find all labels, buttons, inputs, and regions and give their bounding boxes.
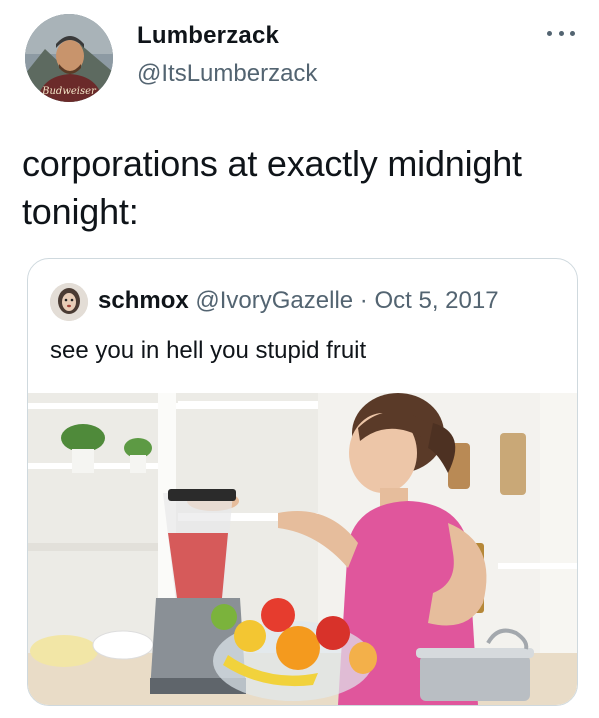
quoted-avatar-photo-icon <box>50 283 88 321</box>
author-display-name[interactable]: Lumberzack <box>137 22 279 50</box>
avatar-photo-icon: Budweiser <box>25 14 113 102</box>
dot <box>547 30 552 36</box>
separator-dot: · <box>359 287 368 314</box>
quoted-author-avatar[interactable] <box>50 283 88 321</box>
dot <box>558 30 564 36</box>
tweet: Budweiser Lumberzack @ItsLumberzack corp… <box>0 0 599 718</box>
blender-photo-image <box>28 393 577 705</box>
quoted-handle[interactable]: @IvoryGazelle <box>195 287 353 314</box>
author-handle[interactable]: @ItsLumberzack <box>137 60 317 88</box>
quoted-date[interactable]: Oct 5, 2017 <box>374 287 498 314</box>
quoted-author-line: schmox @IvoryGazelle · Oct 5, 2017 <box>98 287 499 315</box>
more-options-icon[interactable] <box>547 24 575 42</box>
quoted-display-name[interactable]: schmox <box>98 287 189 314</box>
quoted-tweet-text: see you in hell you stupid fruit <box>50 337 367 364</box>
tweet-text: corporations at exactly midnight tonight… <box>22 143 522 232</box>
author-avatar[interactable]: Budweiser <box>25 14 113 102</box>
quoted-media-photo[interactable] <box>28 393 577 705</box>
dot <box>570 30 575 36</box>
quoted-tweet-card[interactable]: schmox @IvoryGazelle · Oct 5, 2017 see y… <box>27 258 578 706</box>
avatar-logo-text: Budweiser <box>41 86 97 97</box>
